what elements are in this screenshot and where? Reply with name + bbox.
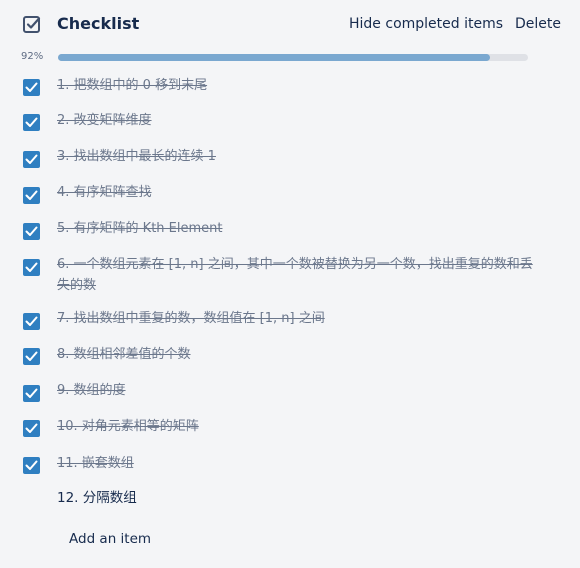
checklist-item: 2. 改变矩阵维度 (0, 103, 580, 139)
checklist-item-label[interactable]: 5. 有序矩阵的 Kth Element (57, 218, 537, 239)
checklist-item-label[interactable]: 6. 一个数组元素在 [1, n] 之间，其中一个数被替换为另一个数，找出重复的… (57, 254, 537, 296)
checklist-item: 1. 把数组中的 0 移到末尾 (0, 67, 580, 103)
checkbox-checked[interactable] (23, 457, 40, 474)
checkbox-checked[interactable] (23, 223, 40, 240)
checkbox-checked[interactable] (23, 348, 40, 365)
checkbox-checked[interactable] (23, 420, 40, 437)
checklist-item: 6. 一个数组元素在 [1, n] 之间，其中一个数被替换为另一个数，找出重复的… (0, 247, 580, 301)
checklist-item: 12. 分隔数组 (0, 481, 580, 517)
checklist-card: Checklist Hide completed items Delete 92… (0, 0, 580, 568)
checklist-item-label[interactable]: 7. 找出数组中重复的数，数组值在 [1, n] 之间 (57, 308, 537, 329)
checklist-item: 8. 数组相邻差值的个数 (0, 337, 580, 373)
checklist-item-label[interactable]: 9. 数组的度 (57, 380, 537, 401)
checkbox-checked[interactable] (23, 114, 40, 131)
checklist-item-label[interactable]: 12. 分隔数组 (57, 488, 537, 509)
check-icon (25, 316, 38, 326)
checklist-item-label[interactable]: 4. 有序矩阵查找 (57, 182, 537, 203)
checkbox-checked[interactable] (23, 385, 40, 402)
checklist-item: 7. 找出数组中重复的数，数组值在 [1, n] 之间 (0, 301, 580, 337)
checkbox-checked[interactable] (23, 313, 40, 330)
delete-checklist-button[interactable]: Delete (515, 16, 561, 32)
checklist-item: 9. 数组的度 (0, 373, 580, 409)
check-icon (25, 82, 38, 92)
check-icon (25, 226, 38, 236)
checklist-item: 3. 找出数组中最长的连续 1 (0, 139, 580, 175)
check-icon (25, 423, 38, 433)
checklist-title: Checklist (57, 14, 140, 33)
check-icon (25, 262, 38, 272)
check-icon (25, 388, 38, 398)
checklist-item-label[interactable]: 3. 找出数组中最长的连续 1 (57, 146, 537, 167)
checklist-item: 11. 嵌套数组 (0, 445, 580, 481)
check-icon (25, 460, 38, 470)
checkbox-checked[interactable] (23, 151, 40, 168)
checkbox-checked[interactable] (23, 187, 40, 204)
checklist-item-label[interactable]: 2. 改变矩阵维度 (57, 110, 537, 131)
checklist-item-label[interactable]: 11. 嵌套数组 (57, 453, 537, 474)
checklist-item-label[interactable]: 10. 对角元素相等的矩阵 (57, 416, 537, 437)
progress-percentage: 92% (21, 51, 44, 62)
check-icon (25, 190, 38, 200)
checklist-item: 4. 有序矩阵查找 (0, 175, 580, 211)
checkbox-checked[interactable] (23, 259, 40, 276)
progress-bar-fill (58, 54, 491, 61)
check-icon (25, 154, 38, 164)
checklist-item-label[interactable]: 1. 把数组中的 0 移到末尾 (57, 75, 537, 96)
checklist-item: 5. 有序矩阵的 Kth Element (0, 211, 580, 247)
checklist-items: 1. 把数组中的 0 移到末尾 2. 改变矩阵维度 3. 找出数组中最长的连续 1 4… (0, 67, 580, 517)
checklist-icon (22, 15, 42, 35)
checklist-header: Checklist Hide completed items Delete (0, 0, 580, 50)
checklist-item-label[interactable]: 8. 数组相邻差值的个数 (57, 344, 537, 365)
add-item-button[interactable]: Add an item (69, 531, 151, 547)
progress-bar (58, 54, 528, 61)
check-icon (25, 351, 38, 361)
checklist-item: 10. 对角元素相等的矩阵 (0, 409, 580, 445)
checkbox-checked[interactable] (23, 79, 40, 96)
check-icon (25, 117, 38, 127)
hide-completed-button[interactable]: Hide completed items (349, 16, 503, 32)
